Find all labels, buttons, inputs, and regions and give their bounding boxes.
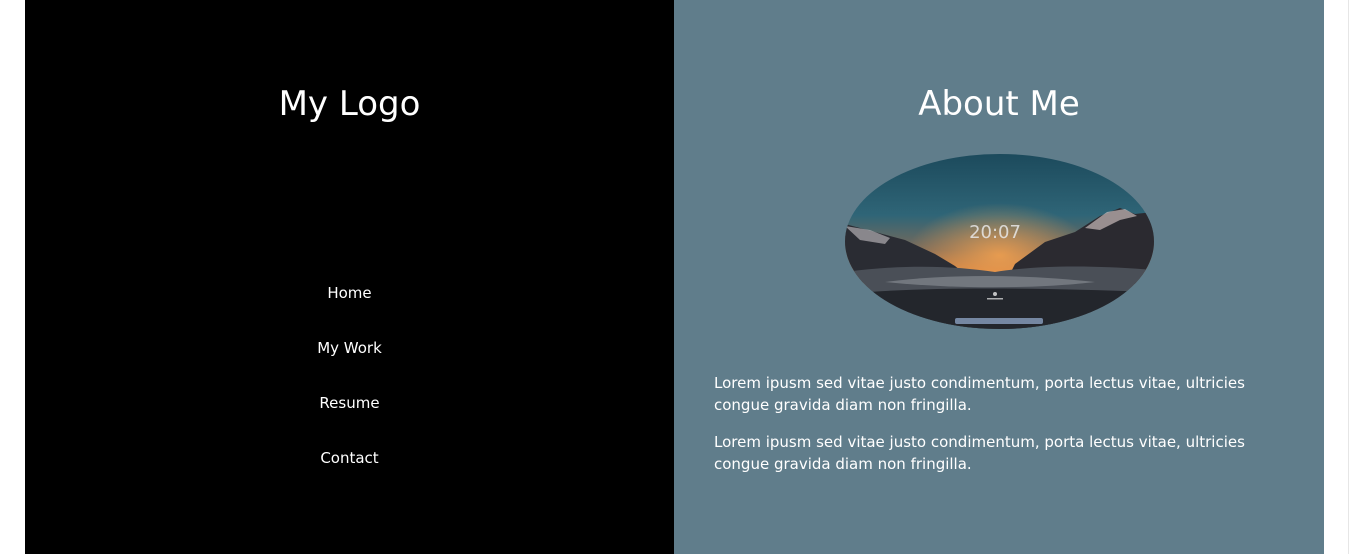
- nav-link-resume[interactable]: Resume: [319, 391, 379, 415]
- sidebar: My Logo Home My Work Resume Contact: [25, 0, 674, 554]
- nav-link-home[interactable]: Home: [327, 281, 371, 305]
- nav-item-contact: Contact: [25, 446, 674, 501]
- nav-item-home: Home: [25, 281, 674, 336]
- page-margin: [1324, 0, 1351, 554]
- photo-time: 20:07: [969, 222, 1021, 243]
- nav-link-contact[interactable]: Contact: [320, 446, 378, 470]
- nav-menu: Home My Work Resume Contact: [25, 281, 674, 501]
- bio-paragraph-1: Lorem ipusm sed vitae justo condimentum,…: [714, 374, 1245, 414]
- mountain-landscape-image: 20:07: [845, 154, 1154, 329]
- nav-item-my-work: My Work: [25, 336, 674, 391]
- profile-photo: 20:07: [845, 154, 1154, 329]
- bio-paragraph-2: Lorem ipusm sed vitae justo condimentum,…: [714, 433, 1245, 473]
- about-title: About Me: [918, 84, 1080, 124]
- scrollbar-edge: [1348, 0, 1349, 554]
- about-section: About Me 20:07 Lorem ipusm sed vitae jus…: [674, 0, 1324, 554]
- page: My Logo Home My Work Resume Contact Abou…: [0, 0, 1351, 554]
- nav-item-resume: Resume: [25, 391, 674, 446]
- dock-icon: [955, 318, 1043, 324]
- logo[interactable]: My Logo: [25, 82, 674, 126]
- bio-text: Lorem ipusm sed vitae justo condimentum,…: [714, 372, 1274, 490]
- nav-link-my-work[interactable]: My Work: [317, 336, 382, 360]
